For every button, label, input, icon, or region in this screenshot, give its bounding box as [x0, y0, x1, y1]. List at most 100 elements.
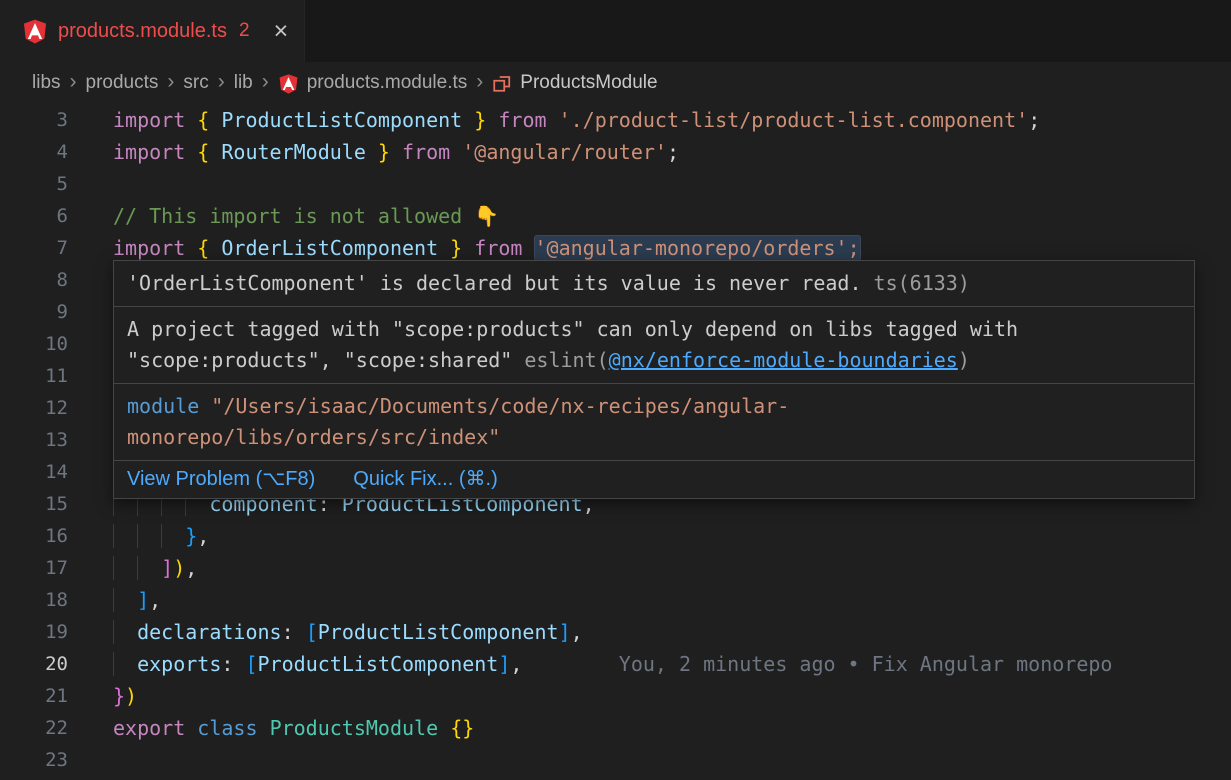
breadcrumb-item-src[interactable]: src: [183, 72, 208, 94]
code-token: ProductsModule: [270, 716, 439, 740]
code-token: [258, 716, 270, 740]
close-icon[interactable]: ×: [274, 19, 289, 44]
indent-guides: [113, 620, 137, 644]
breadcrumb-separator: ›: [476, 71, 483, 95]
breadcrumb-label: lib: [234, 72, 253, 94]
code-line: 22 export class ProductsModule {}: [0, 712, 1231, 744]
line-content[interactable]: export class ProductsModule {}: [113, 712, 474, 744]
code-token: ,: [197, 524, 209, 548]
code-token: [438, 716, 450, 740]
code-token: ;: [667, 140, 679, 164]
code-token: import: [113, 236, 197, 260]
quick-fix-action[interactable]: Quick Fix... (⌘.): [353, 464, 497, 495]
line-number[interactable]: 12: [0, 392, 68, 424]
indent-guides: [113, 652, 137, 676]
line-number[interactable]: 23: [0, 744, 68, 776]
code-token: ,: [510, 652, 522, 676]
line-number[interactable]: 20: [0, 648, 68, 680]
code-line: 20 exports: [ProductListComponent],You, …: [0, 648, 1231, 680]
hover-section-2: A project tagged with "scope:products" c…: [114, 306, 1194, 383]
angular-icon: [22, 18, 48, 44]
code-line: 16 },: [0, 520, 1231, 552]
code-token: // This import is not allowed: [113, 204, 474, 228]
code-line: 5: [0, 168, 1231, 200]
code-token: from: [402, 140, 462, 164]
hover-rule-link[interactable]: @nx/enforce-module-boundaries: [609, 348, 958, 372]
code-token: './product-list/product-list.component': [559, 108, 1029, 132]
code-token: :: [282, 620, 306, 644]
line-number[interactable]: 15: [0, 488, 68, 520]
code-token: ): [125, 684, 137, 708]
line-number[interactable]: 7: [0, 232, 68, 264]
code-line: 17 ]),: [0, 552, 1231, 584]
code-token: from: [474, 236, 534, 260]
line-number[interactable]: 14: [0, 456, 68, 488]
line-number[interactable]: 22: [0, 712, 68, 744]
code-token: ,: [571, 620, 583, 644]
view-problem-action[interactable]: View Problem (⌥F8): [127, 464, 315, 495]
hover-text: ts(6133): [874, 271, 970, 295]
code-token: '@angular/router': [462, 140, 667, 164]
code-token: import: [113, 108, 197, 132]
breadcrumb-label: ProductsModule: [520, 72, 657, 94]
line-number[interactable]: 11: [0, 360, 68, 392]
line-number[interactable]: 21: [0, 680, 68, 712]
line-number[interactable]: 10: [0, 328, 68, 360]
indent-guides: [113, 524, 185, 548]
module-symbol-icon: [492, 73, 512, 93]
line-content[interactable]: declarations: [ProductListComponent],: [113, 616, 583, 648]
code-token: ,: [185, 556, 197, 580]
line-number[interactable]: 8: [0, 264, 68, 296]
code-token: [: [245, 652, 257, 676]
line-content[interactable]: import { RouterModule } from '@angular/r…: [113, 136, 679, 168]
line-number[interactable]: 13: [0, 424, 68, 456]
editor[interactable]: 3 import { ProductListComponent } from '.…: [0, 104, 1231, 776]
breadcrumb-item-products[interactable]: products: [86, 72, 159, 94]
tab-products-module-ts[interactable]: products.module.ts 2 ×: [0, 0, 305, 62]
line-content[interactable]: // This import is not allowed 👇: [113, 200, 499, 232]
line-number[interactable]: 5: [0, 168, 68, 200]
indent-guides: [113, 588, 137, 612]
code-token: [486, 108, 498, 132]
code-token: }: [366, 140, 390, 164]
breadcrumb-label: libs: [32, 72, 61, 94]
line-number[interactable]: 16: [0, 520, 68, 552]
breadcrumb-item-productsmodule[interactable]: ProductsModule: [492, 72, 657, 94]
line-number[interactable]: 17: [0, 552, 68, 584]
line-number[interactable]: 3: [0, 104, 68, 136]
hover-text: "/Users/isaac/Documents/code/nx-recipes/…: [211, 394, 789, 418]
line-number[interactable]: 4: [0, 136, 68, 168]
code-token: [462, 236, 474, 260]
line-content[interactable]: }): [113, 680, 137, 712]
breadcrumb-item-libs[interactable]: libs: [32, 72, 61, 94]
code-token: [185, 716, 197, 740]
hover-text: A project tagged with "scope:products" c…: [127, 317, 1018, 341]
line-content[interactable]: exports: [ProductListComponent],You, 2 m…: [113, 648, 1112, 680]
code-token: RouterModule: [221, 140, 366, 164]
code-token: ProductListComponent: [318, 620, 559, 644]
breadcrumb-item-lib[interactable]: lib: [234, 72, 253, 94]
tab-bar: products.module.ts 2 ×: [0, 0, 1231, 62]
code-line: 3 import { ProductListComponent } from '.…: [0, 104, 1231, 136]
code-token: ]: [137, 588, 149, 612]
breadcrumb-label: products: [86, 72, 159, 94]
line-number[interactable]: 19: [0, 616, 68, 648]
line-content[interactable]: },: [113, 520, 209, 552]
code-line: 6 // This import is not allowed 👇: [0, 200, 1231, 232]
code-token: }: [438, 236, 462, 260]
line-content[interactable]: ]),: [113, 552, 197, 584]
line-content[interactable]: ],: [113, 584, 161, 616]
code-line: 21}): [0, 680, 1231, 712]
code-token: }: [185, 524, 197, 548]
code-line: 23: [0, 744, 1231, 776]
code-token: ): [173, 556, 185, 580]
breadcrumb-item-products-module-ts[interactable]: products.module.ts: [278, 72, 468, 94]
breadcrumb-separator: ›: [262, 71, 269, 95]
line-number[interactable]: 18: [0, 584, 68, 616]
tab-problems-badge: 2: [239, 20, 250, 42]
line-number[interactable]: 9: [0, 296, 68, 328]
breadcrumb-separator: ›: [167, 71, 174, 95]
line-content[interactable]: import { ProductListComponent } from './…: [113, 104, 1040, 136]
line-number[interactable]: 6: [0, 200, 68, 232]
code-token: ]: [559, 620, 571, 644]
